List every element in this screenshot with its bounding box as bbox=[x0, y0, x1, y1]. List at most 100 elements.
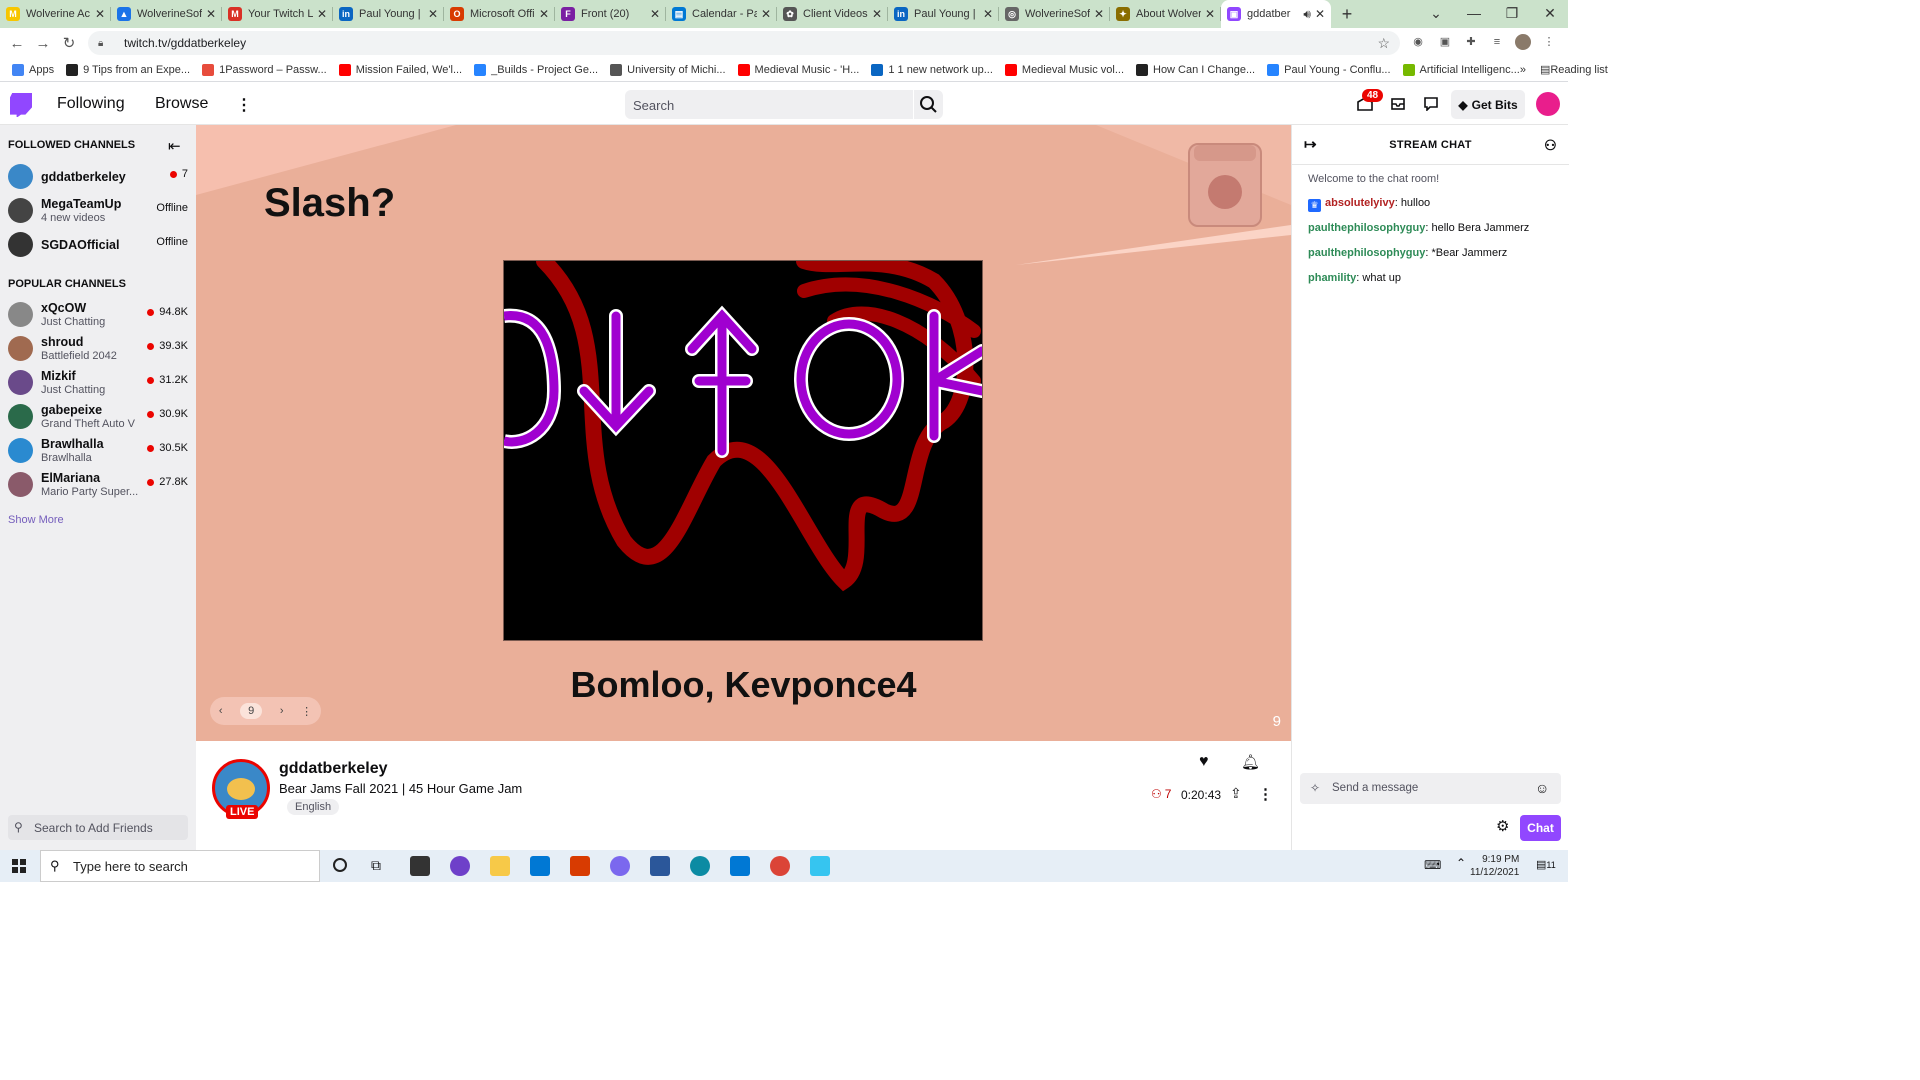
tab-close-icon[interactable]: ✕ bbox=[1205, 7, 1215, 21]
chat-settings-icon[interactable]: ⚙ bbox=[1496, 817, 1509, 835]
browser-tab[interactable]: ▲ WolverineSof ✕ bbox=[111, 0, 222, 28]
more-options-icon[interactable]: ⋮ bbox=[1258, 785, 1273, 803]
twitch-logo-icon[interactable] bbox=[10, 93, 32, 117]
sidebar-channel[interactable]: ElMariana Mario Party Super... 27.8K bbox=[0, 469, 196, 503]
browser-tab[interactable]: ◎ WolverineSof ✕ bbox=[999, 0, 1110, 28]
system-clock[interactable]: 9:19 PM 11/12/2021 bbox=[1470, 853, 1519, 879]
word-icon[interactable] bbox=[650, 856, 670, 876]
notification-bell-icon[interactable]: 🔔︎ bbox=[1241, 753, 1260, 771]
browser-tab[interactable]: M Your Twitch L ✕ bbox=[222, 0, 333, 28]
video-player[interactable]: Slash? Bomloo, Kevponce4 ‹ 9 › ⋮ 9 bbox=[196, 125, 1291, 741]
sidebar-channel[interactable]: MegaTeamUp 4 new videos Offline bbox=[0, 195, 196, 229]
tab-close-icon[interactable]: ✕ bbox=[95, 7, 105, 21]
follow-heart-icon[interactable]: ♥ bbox=[1199, 753, 1209, 771]
bookmark-item[interactable]: 1 1 new network up... bbox=[871, 63, 993, 76]
close-window-button[interactable]: ✕ bbox=[1532, 0, 1568, 28]
bits-cheer-icon[interactable]: ✧ bbox=[1310, 781, 1320, 795]
following-link[interactable]: Following bbox=[57, 95, 125, 113]
sidebar-channel[interactable]: Mizkif Just Chatting 31.2K bbox=[0, 367, 196, 401]
browser-tab[interactable]: O Microsoft Offi ✕ bbox=[444, 0, 555, 28]
store-icon[interactable] bbox=[410, 856, 430, 876]
slide-page-number[interactable]: 9 bbox=[240, 703, 263, 719]
back-icon[interactable]: ← bbox=[4, 35, 30, 52]
chat-username[interactable]: phamility bbox=[1308, 272, 1356, 284]
bookmarks-overflow-icon[interactable]: » bbox=[1520, 64, 1526, 76]
notification-center-icon[interactable]: ▤11 bbox=[1536, 858, 1556, 871]
inbox-icon[interactable] bbox=[1391, 98, 1405, 110]
puzzle-icon[interactable]: ✚ bbox=[1463, 34, 1479, 50]
more-menu-icon[interactable]: ⋮ bbox=[236, 95, 252, 115]
tab-search-button[interactable]: ⌄ bbox=[1418, 0, 1454, 28]
bookmark-item[interactable]: Mission Failed, We'l... bbox=[338, 63, 462, 76]
slack-icon[interactable] bbox=[810, 856, 830, 876]
tray-overflow-icon[interactable]: ⌃ bbox=[1456, 856, 1466, 870]
sidebar-channel[interactable]: xQcOW Just Chatting 94.8K bbox=[0, 299, 196, 333]
chat-app-icon[interactable] bbox=[610, 856, 630, 876]
browser-tab[interactable]: in Paul Young | L ✕ bbox=[888, 0, 999, 28]
browser-tab[interactable]: ✿ Client Videos ✕ bbox=[777, 0, 888, 28]
reload-icon[interactable]: ↻ bbox=[56, 34, 82, 52]
tab-close-icon[interactable]: ✕ bbox=[206, 7, 216, 21]
reading-list-button[interactable]: ▤ Reading list bbox=[1540, 63, 1608, 77]
tab-close-icon[interactable]: ✕ bbox=[761, 7, 771, 21]
tab-close-icon[interactable]: ✕ bbox=[872, 7, 882, 21]
profile-avatar[interactable] bbox=[1515, 34, 1531, 50]
sidebar-channel[interactable]: gddatberkeley 7 bbox=[0, 161, 196, 195]
maximize-button[interactable]: ❐ bbox=[1494, 0, 1530, 28]
bookmark-item[interactable]: Apps bbox=[12, 63, 54, 76]
browse-link[interactable]: Browse bbox=[155, 95, 208, 113]
chrome-icon[interactable] bbox=[770, 856, 790, 876]
minimize-button[interactable]: — bbox=[1456, 0, 1492, 28]
search-input[interactable]: Search bbox=[625, 90, 913, 119]
task-view-icon[interactable]: ⧉ bbox=[371, 857, 381, 874]
sidebar-channel[interactable]: SGDAOfficial Offline bbox=[0, 229, 196, 263]
pager-more-icon[interactable]: ⋮ bbox=[301, 705, 312, 718]
reading-list-icon[interactable]: ≡ bbox=[1489, 34, 1505, 50]
bookmark-item[interactable]: _Builds - Project Ge... bbox=[474, 63, 598, 76]
sidebar-channel[interactable]: shroud Battlefield 2042 39.3K bbox=[0, 333, 196, 367]
tab-audio-icon[interactable]: 🔊︎ bbox=[1303, 7, 1311, 22]
file-explorer-icon[interactable] bbox=[490, 856, 510, 876]
user-avatar[interactable] bbox=[1536, 92, 1560, 116]
chat-message-input[interactable]: Send a message bbox=[1300, 773, 1561, 804]
whispers-icon[interactable] bbox=[1424, 97, 1438, 111]
bookmark-star-icon[interactable]: ☆ bbox=[1377, 35, 1390, 52]
windows-start-icon[interactable] bbox=[12, 859, 26, 873]
bookmark-item[interactable]: University of Michi... bbox=[610, 63, 726, 76]
tab-close-icon[interactable]: ✕ bbox=[1315, 7, 1325, 21]
search-button[interactable] bbox=[914, 90, 943, 119]
office-icon[interactable] bbox=[570, 856, 590, 876]
bookmark-item[interactable]: 1Password – Passw... bbox=[202, 63, 327, 76]
tab-close-icon[interactable]: ✕ bbox=[1094, 7, 1104, 21]
bookmark-item[interactable]: Paul Young - Conflu... bbox=[1267, 63, 1391, 76]
chat-username[interactable]: absolutelyivy bbox=[1325, 197, 1395, 209]
collapse-sidebar-icon[interactable]: ⇤ bbox=[168, 137, 181, 155]
next-slide-icon[interactable]: › bbox=[280, 705, 284, 717]
extension-icon[interactable]: ▣ bbox=[1437, 34, 1453, 50]
mail-icon[interactable] bbox=[530, 856, 550, 876]
bookmark-item[interactable]: How Can I Change... bbox=[1136, 63, 1255, 76]
browser-tab[interactable]: M Wolverine Ac ✕ bbox=[0, 0, 111, 28]
community-icon[interactable]: ⚇ bbox=[1544, 125, 1557, 165]
chat-username[interactable]: paulthephilosophyguy bbox=[1308, 222, 1425, 234]
sidebar-channel[interactable]: Brawlhalla Brawlhalla 30.5K bbox=[0, 435, 196, 469]
browser-tab[interactable]: in Paul Young | L ✕ bbox=[333, 0, 444, 28]
sidebar-channel[interactable]: gabepeixe Grand Theft Auto V 30.9K bbox=[0, 401, 196, 435]
chat-username[interactable]: paulthephilosophyguy bbox=[1308, 247, 1425, 259]
browser-menu-icon[interactable]: ⋮ bbox=[1541, 34, 1557, 50]
collapse-chat-icon[interactable]: ↦ bbox=[1304, 125, 1317, 165]
taskbar-search-input[interactable]: Type here to search bbox=[40, 850, 320, 882]
bookmark-item[interactable]: Artificial Intelligenc... bbox=[1402, 63, 1520, 76]
language-tag[interactable]: English bbox=[287, 799, 340, 815]
new-tab-button[interactable]: + bbox=[1331, 0, 1363, 28]
tab-close-icon[interactable]: ✕ bbox=[428, 7, 438, 21]
bookmark-item[interactable]: Medieval Music vol... bbox=[1004, 63, 1124, 76]
tab-close-icon[interactable]: ✕ bbox=[983, 7, 993, 21]
keyboard-icon[interactable]: ⌨ bbox=[1424, 858, 1441, 872]
show-more-link[interactable]: Show More bbox=[8, 514, 64, 526]
tab-close-icon[interactable]: ✕ bbox=[317, 7, 327, 21]
browser-tab[interactable]: ▣ gddatber 🔊︎ ✕ bbox=[1221, 0, 1331, 28]
edge-icon[interactable] bbox=[690, 856, 710, 876]
previous-slide-icon[interactable]: ‹ bbox=[219, 705, 223, 717]
cortana-icon[interactable] bbox=[333, 858, 347, 872]
